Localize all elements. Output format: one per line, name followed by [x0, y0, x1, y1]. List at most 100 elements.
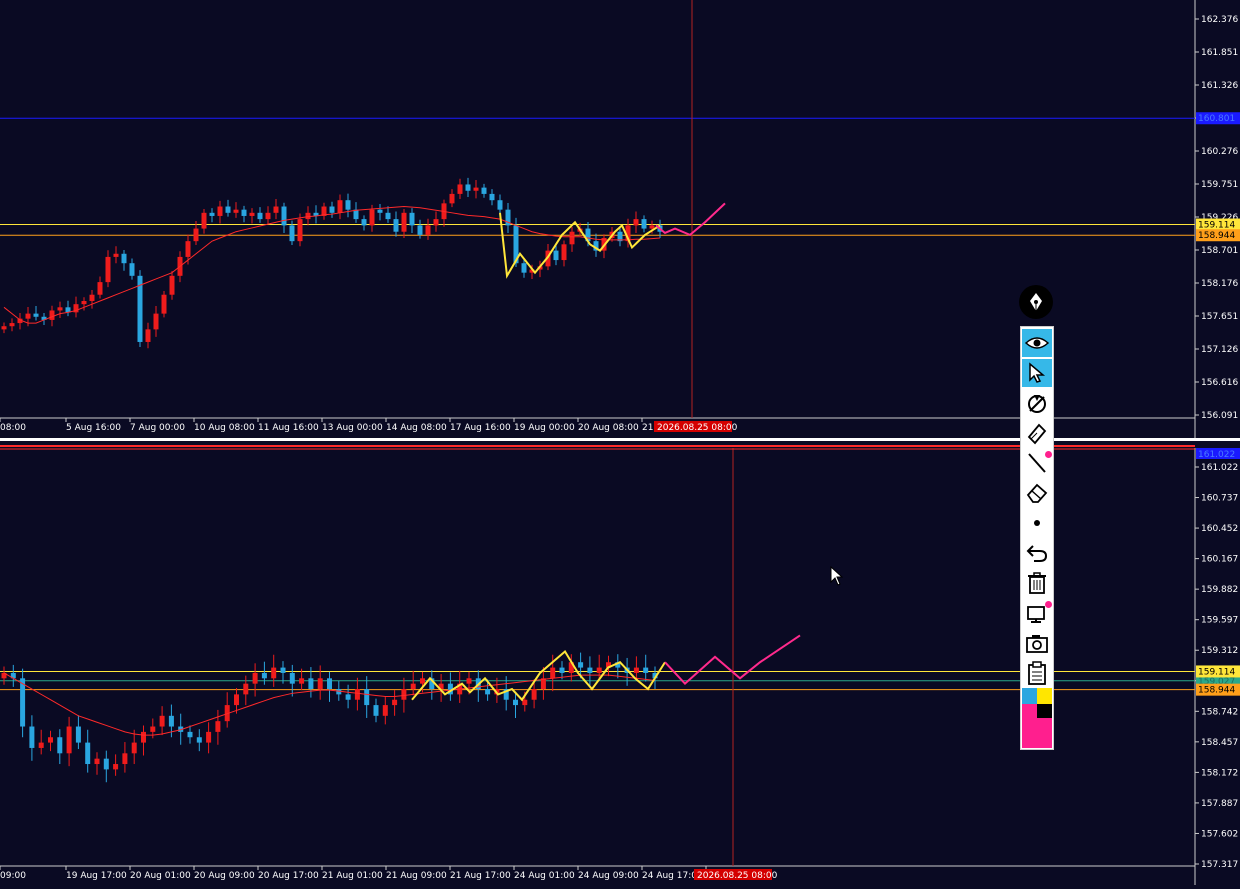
color-swatch-pink[interactable] [1022, 704, 1037, 748]
y-tick-label: 156.091 [1201, 411, 1238, 421]
x-tick-label: 17 Aug 16:00 [450, 423, 511, 433]
color-swatch-blue[interactable] [1022, 688, 1037, 704]
candle-body [261, 672, 267, 679]
candle-body [392, 699, 398, 706]
candle-body [369, 209, 375, 226]
no-pen-icon[interactable] [1022, 389, 1052, 417]
candle-body [196, 737, 202, 743]
candle-body [271, 667, 277, 679]
x-tick-label: 5 Aug 16:00 [66, 423, 121, 433]
y-tick-label: 157.602 [1201, 829, 1238, 839]
color-swatch-pink-selected[interactable] [1037, 718, 1052, 748]
candle-body [201, 212, 207, 229]
time-tag-label: 2026.08.25 08:00 [657, 423, 738, 433]
candle-body [9, 323, 15, 327]
undo-icon[interactable] [1022, 539, 1052, 567]
candle-body [569, 231, 575, 245]
marker-icon[interactable] [1022, 419, 1052, 447]
y-tick-label: 158.176 [1201, 279, 1238, 289]
price-tag-blue: 161.022 [1198, 450, 1235, 460]
candle-body [345, 694, 351, 700]
y-tick-label: 158.742 [1201, 707, 1238, 717]
dot-icon[interactable] [1022, 509, 1052, 537]
candle-body [289, 225, 295, 242]
x-tick-label: 24 Aug 01:00 [514, 871, 575, 881]
candle-body [249, 212, 255, 216]
candle-body [481, 187, 487, 194]
candle-body [241, 209, 247, 216]
candle-body [489, 193, 495, 201]
eye-icon[interactable] [1022, 329, 1052, 357]
candle-body [596, 667, 602, 673]
pen-icon[interactable] [1019, 285, 1053, 319]
x-tick-label: 19 Aug 17:00 [66, 871, 127, 881]
candle-body [401, 212, 407, 232]
candle-body [337, 200, 343, 213]
candle-body [353, 209, 359, 220]
candle-body [75, 726, 81, 743]
candle-body [168, 715, 174, 727]
chart-canvas[interactable]: 162.376 161.851 161.326 160.801 160.276 159.7… [0, 0, 1240, 886]
candle-body [48, 737, 53, 743]
panel-separator [0, 438, 1240, 441]
candle-body [364, 689, 370, 706]
candle-body [49, 310, 55, 320]
candle-body [317, 678, 323, 690]
candle-body [299, 678, 305, 684]
candle-body [234, 694, 239, 706]
candle-body [297, 219, 303, 242]
candle-body [66, 726, 72, 754]
eraser-icon[interactable] [1022, 479, 1052, 507]
candle-body [553, 250, 559, 261]
y-tick-label: 160.737 [1201, 494, 1238, 504]
candle-body [159, 715, 165, 727]
trash-icon[interactable] [1022, 569, 1052, 597]
candle-body [141, 731, 146, 743]
candle-body [433, 219, 439, 226]
candle-body [169, 275, 175, 295]
candle-body [377, 209, 383, 213]
candle-body [649, 225, 655, 229]
x-tick-label: 19 Aug 00:00 [514, 423, 575, 433]
color-swatch-black[interactable] [1037, 704, 1052, 718]
candle-body [57, 737, 63, 754]
line-color-dot [1045, 451, 1052, 458]
x-tick-label: 20 Aug 17:00 [258, 871, 319, 881]
time-tag-label: 2026.08.25 08:00 [697, 871, 778, 881]
price-tag-orange: 158.944 [1198, 686, 1235, 696]
candle-body [257, 212, 263, 220]
candle-body [289, 672, 295, 684]
camera-icon[interactable] [1022, 629, 1052, 657]
candle-body [457, 184, 463, 194]
candle-body [361, 219, 367, 226]
candle-body [345, 200, 351, 210]
y-tick-label: 157.317 [1201, 860, 1238, 870]
candle-body [215, 721, 221, 732]
candle-body [373, 705, 379, 716]
clipboard-icon[interactable] [1022, 659, 1052, 687]
candle-body [382, 705, 388, 716]
candle-body [97, 282, 103, 295]
pointer-icon[interactable] [1022, 359, 1052, 387]
candle-body [329, 206, 335, 213]
candle-body [643, 667, 649, 673]
color-swatch-yellow[interactable] [1037, 688, 1052, 704]
x-tick-label: 10 Aug 08:00 [194, 423, 255, 433]
candle-body [185, 241, 191, 257]
candle-body [578, 662, 584, 668]
x-tick-label: 21 Aug 01:00 [322, 871, 383, 881]
candle-body [308, 678, 314, 690]
candle-body [131, 742, 137, 754]
y-tick-label: 159.751 [1201, 180, 1238, 190]
candle-body [449, 193, 455, 204]
candle-body [281, 206, 287, 226]
candle-body [187, 731, 193, 738]
candle-body [280, 667, 286, 673]
candle-body [550, 667, 556, 679]
candle-body [29, 726, 35, 748]
candle-body [409, 212, 415, 226]
candle-body [20, 678, 26, 727]
x-tick-label: 21 Aug 09:00 [386, 871, 447, 881]
y-tick-label: 160.276 [1201, 147, 1238, 157]
candle-body [121, 253, 127, 264]
